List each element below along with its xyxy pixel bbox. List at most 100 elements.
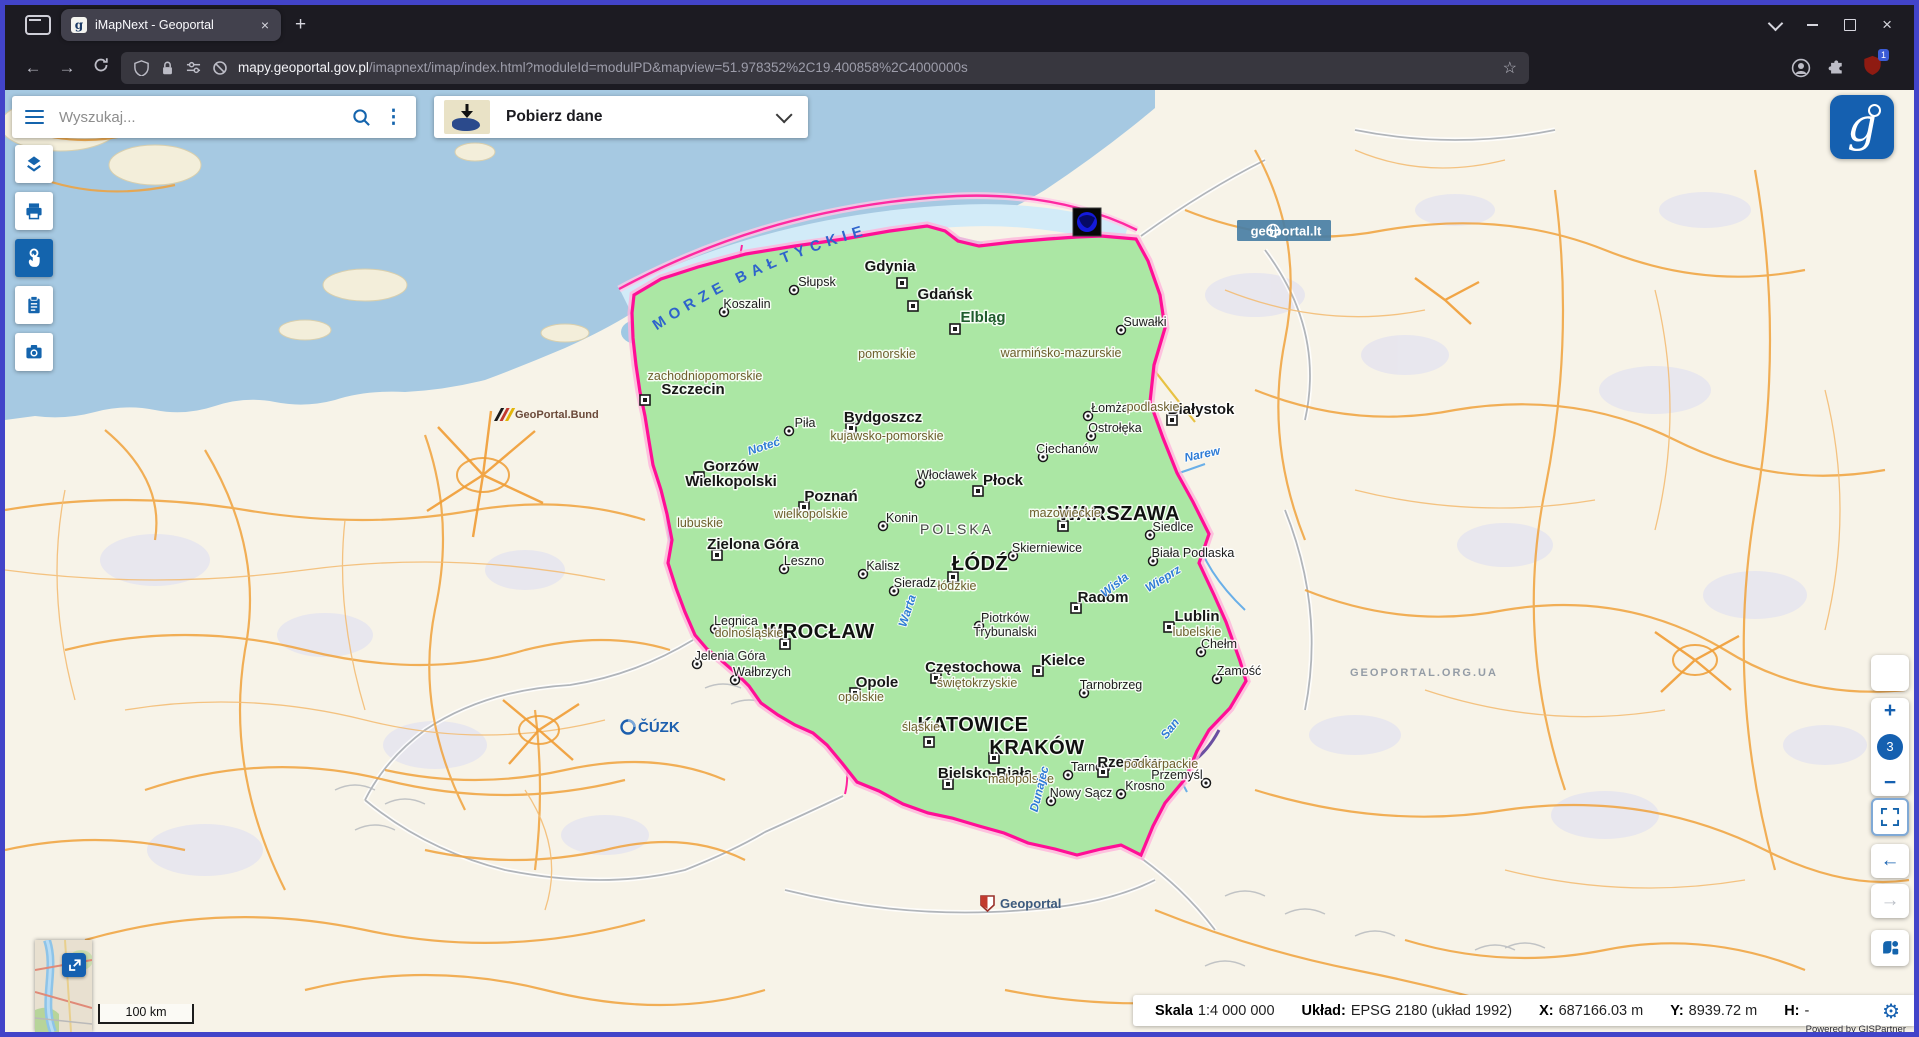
map-label-leszno: Leszno	[784, 554, 824, 568]
window-maximize-button[interactable]	[1844, 19, 1856, 31]
map-svg[interactable]: MORZE BAŁTYCKIE GdyniaGdańskElblągSuwałk…	[5, 90, 1914, 1027]
map-label-siedlce: Siedlce	[1153, 520, 1194, 534]
reload-icon	[93, 57, 109, 73]
map-label-polska: POLSKA	[920, 521, 994, 537]
firefox-view-icon[interactable]	[25, 15, 51, 35]
url-text: mapy.geoportal.gov.pl/imapnext/imap/inde…	[238, 60, 1493, 75]
map-area[interactable]: MORZE BAŁTYCKIE GdyniaGdańskElblągSuwałk…	[5, 90, 1914, 1032]
watermark-geoportal-lt: geoportal.lt	[1237, 220, 1331, 241]
download-data-panel[interactable]: Pobierz dane	[434, 96, 808, 138]
town-marker-dot	[792, 288, 795, 291]
x-value: 687166.03 m	[1559, 1003, 1644, 1019]
search-more-icon[interactable]: ⋮	[384, 106, 403, 129]
map-label-opole: Opole	[856, 674, 899, 691]
download-chevron-down-icon[interactable]	[776, 106, 793, 123]
map-label-lublin: Lublin	[1175, 608, 1220, 625]
town-marker-dot	[787, 429, 790, 432]
map-label-częstochowa: Częstochowa	[925, 659, 1022, 676]
city-marker-dot	[927, 740, 931, 744]
account-icon[interactable]	[1791, 58, 1811, 78]
zoom-in-button[interactable]: +	[1884, 701, 1896, 721]
region-label-warmińsko-mazurskie: warmińsko-mazurskie	[1000, 346, 1122, 360]
expand-icon	[67, 958, 82, 973]
map-label-poznań: Poznań	[804, 488, 857, 505]
tracking-shield-icon[interactable]	[133, 59, 150, 76]
lock-icon[interactable]	[160, 60, 175, 76]
extensions-puzzle-icon[interactable]	[1827, 58, 1847, 78]
bookmark-star-icon[interactable]: ☆	[1503, 58, 1517, 78]
city-marker-dot	[1074, 606, 1078, 610]
svg-text:Geoportal: Geoportal	[1000, 896, 1061, 911]
map-label-elbląg: Elbląg	[960, 309, 1005, 326]
tab-list-chevron-icon[interactable]	[1768, 15, 1784, 31]
town-marker-dot	[1066, 773, 1069, 776]
search-icon[interactable]	[352, 108, 371, 127]
nav-forward-button[interactable]: →	[53, 58, 81, 78]
report-button[interactable]	[15, 286, 53, 324]
map-label-włocławek: Włocławek	[917, 468, 977, 482]
printer-icon	[22, 199, 46, 223]
x-label: X:	[1539, 1003, 1554, 1019]
map-label-sieradz: Sieradz	[894, 576, 936, 590]
geoportal-logo[interactable]: g	[1830, 95, 1894, 159]
new-tab-button[interactable]: +	[295, 14, 306, 36]
url-bar[interactable]: mapy.geoportal.gov.pl/imapnext/imap/inde…	[121, 52, 1529, 84]
map-label-jelenia-góra: Jelenia Góra	[695, 649, 766, 663]
town-marker-dot	[1148, 533, 1151, 536]
map-label-tarnobrzeg: Tarnobrzeg	[1080, 678, 1143, 692]
zoom-level-badge: 3	[1877, 734, 1903, 760]
town-marker-dot	[861, 572, 864, 575]
adblock-extension-button[interactable]: 1	[1863, 55, 1882, 80]
y-value: 8939.72 m	[1689, 1003, 1758, 1019]
clipboard-icon	[22, 293, 46, 317]
city-marker-dot	[946, 782, 950, 786]
search-input[interactable]	[57, 108, 339, 127]
extension-badge: 1	[1878, 49, 1889, 61]
city-marker-dot	[1167, 625, 1171, 629]
y-label: Y:	[1670, 1003, 1683, 1019]
partner-button[interactable]	[1871, 930, 1909, 966]
region-label-mazowieckie: mazowieckie	[1029, 506, 1101, 520]
crs-label: Układ:	[1302, 1003, 1346, 1019]
menu-hamburger-icon[interactable]	[25, 110, 44, 125]
view-forward-button[interactable]: →	[1871, 884, 1909, 918]
nav-back-button[interactable]: ←	[19, 58, 47, 78]
scale-label: Skala	[1155, 1003, 1193, 1019]
tab-bar: g iMapNext - Geoportal × + ×	[5, 5, 1914, 45]
city-marker-dot	[953, 327, 957, 331]
select-touch-button[interactable]	[15, 239, 53, 277]
window-close-button[interactable]: ×	[1882, 20, 1892, 30]
layers-button[interactable]	[15, 145, 53, 183]
settings-gear-icon[interactable]: ⚙	[1882, 999, 1900, 1023]
download-map-icon	[444, 100, 490, 134]
zoom-out-button[interactable]: −	[1884, 773, 1896, 793]
nav-reload-button[interactable]	[87, 57, 115, 78]
map-label-wałbrzych: Wałbrzych	[733, 665, 791, 679]
collapsed-panel-button[interactable]	[1871, 655, 1909, 691]
tab-favicon-icon: g	[71, 17, 87, 33]
permissions-icon[interactable]	[185, 60, 202, 75]
powered-by-credit: Powered by GISPartner	[1806, 1024, 1906, 1032]
minimap-expand-button[interactable]	[62, 953, 86, 977]
navigation-bar: ← → mapy.geoportal.gov.pl/imapnext/imap/…	[5, 45, 1914, 90]
map-label-bydgoszcz: Bydgoszcz	[844, 409, 922, 426]
town-marker-dot	[1119, 328, 1122, 331]
browser-tab[interactable]: g iMapNext - Geoportal ×	[61, 9, 281, 41]
view-back-button[interactable]: ←	[1871, 844, 1909, 878]
city-marker-dot	[1036, 669, 1040, 673]
window-minimize-button[interactable]	[1807, 24, 1818, 26]
town-marker-dot	[1119, 792, 1122, 795]
map-label-konin: Konin	[886, 511, 918, 525]
blocked-content-icon[interactable]	[212, 60, 228, 76]
url-path: /imapnext/imap/index.html?moduleId=modul…	[369, 60, 968, 75]
fullscreen-button[interactable]	[1871, 798, 1909, 836]
map-label-krosno: Krosno	[1125, 779, 1165, 793]
tab-close-icon[interactable]: ×	[259, 17, 271, 33]
map-label-zamość: Zamość	[1217, 664, 1261, 678]
print-button[interactable]	[15, 192, 53, 230]
camera-icon	[22, 340, 46, 364]
map-label-łódź: ŁÓDŹ	[952, 551, 1008, 575]
screenshot-button[interactable]	[15, 333, 53, 371]
scale-value: 1:4 000 000	[1198, 1003, 1275, 1019]
overview-minimap[interactable]	[35, 940, 92, 1032]
